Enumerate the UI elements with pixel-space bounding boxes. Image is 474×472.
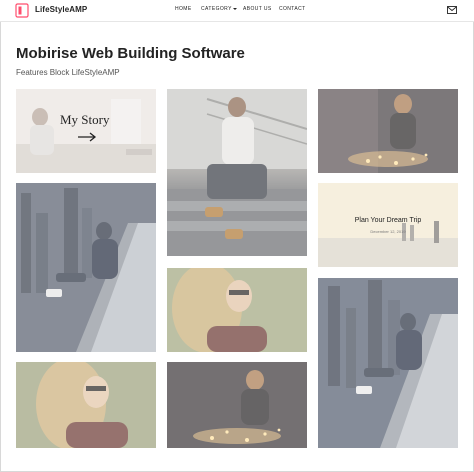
tile-overlay (167, 362, 307, 448)
my-story-label: My Story (60, 112, 110, 127)
chevron-down-icon (233, 7, 238, 10)
page-title: Mobirise Web Building Software (16, 45, 245, 62)
tile-man-ledge-city[interactable] (16, 183, 156, 352)
nav-category[interactable]: CATEGORY (201, 6, 238, 12)
tile-overlay (16, 89, 156, 173)
nav-contact[interactable]: CONTACT (279, 6, 306, 12)
tile-overlay (318, 278, 458, 448)
page-subtitle: Features Block LifeStyleAMP (16, 68, 120, 77)
tile-overlay (16, 362, 156, 448)
tile-woman-sunglasses[interactable] (167, 268, 307, 352)
tile-man-stairs[interactable] (167, 89, 307, 256)
tile-overlay (167, 268, 307, 352)
brand-logo-icon[interactable] (15, 3, 29, 18)
nav-about-us[interactable]: ABOUT US (243, 6, 272, 12)
tile-overlay (318, 183, 458, 267)
tile-woman-sunglasses-2[interactable] (16, 362, 156, 448)
tile-overlay (167, 89, 307, 256)
trip-title: Plan Your Dream Trip (354, 217, 422, 224)
nav-home[interactable]: HOME (175, 6, 192, 12)
tile-dream-trip[interactable]: Plan Your Dream Trip December 12, 2019 (318, 183, 458, 267)
brand-name[interactable]: LifeStyleAMP (35, 5, 87, 14)
tile-woman-lights[interactable] (318, 89, 458, 173)
trip-date: December 12, 2019 (370, 229, 406, 234)
tile-overlay (318, 89, 458, 173)
top-navbar: LifeStyleAMP HOME CATEGORY ABOUT US CONT… (0, 0, 474, 22)
tile-woman-lights-2[interactable] (167, 362, 307, 448)
tile-man-ledge-city-2[interactable] (318, 278, 458, 448)
tile-overlay (16, 183, 156, 352)
arrow-right-icon (78, 132, 97, 142)
tile-my-story[interactable]: My Story (16, 89, 156, 173)
nav-category-label: CATEGORY (201, 6, 232, 12)
mail-icon[interactable] (447, 6, 457, 14)
